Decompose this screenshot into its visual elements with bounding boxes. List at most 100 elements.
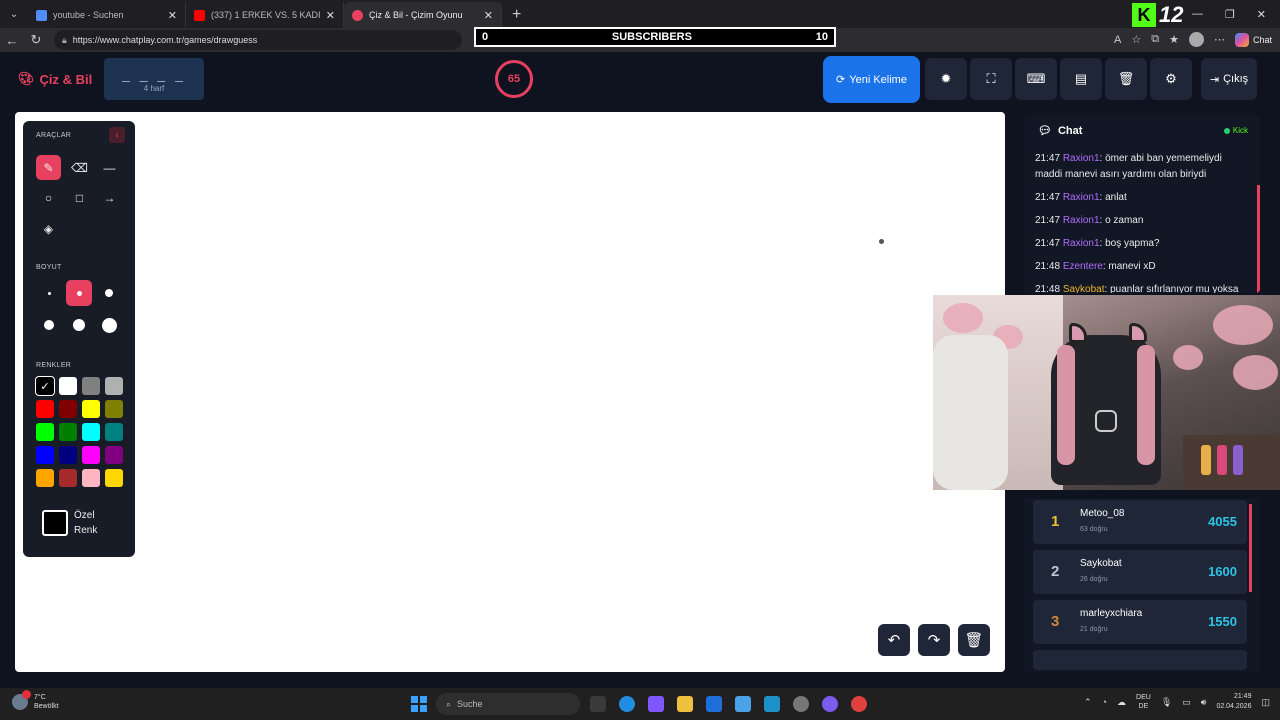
chat-scrollbar[interactable]	[1257, 185, 1260, 293]
fullscreen-button[interactable]: ⛶	[970, 58, 1012, 100]
close-tab-icon[interactable]: ✕	[168, 9, 177, 22]
pen-tool[interactable]: ✎	[36, 155, 61, 180]
color-swatch[interactable]	[82, 423, 100, 441]
color-swatch[interactable]	[59, 400, 77, 418]
language-indicator[interactable]: DEU DE	[1136, 693, 1151, 711]
color-swatch[interactable]	[105, 446, 123, 464]
size-option-l[interactable]	[36, 312, 62, 338]
back-icon[interactable]: ←	[0, 33, 24, 48]
monitor-icon[interactable]: ▭	[1182, 697, 1191, 708]
tab-list-dropdown[interactable]: ⌄	[0, 0, 28, 28]
collapse-tools-button[interactable]: ‹	[109, 127, 125, 143]
color-swatch[interactable]	[82, 446, 100, 464]
color-swatch[interactable]	[105, 469, 123, 487]
cloud-icon[interactable]: ☁	[1117, 697, 1126, 708]
size-option-s[interactable]	[66, 280, 92, 306]
mail-icon[interactable]	[735, 696, 751, 712]
fill-tool[interactable]: ◈	[36, 216, 61, 241]
restore-icon[interactable]: ❐	[1225, 8, 1235, 21]
size-option-xl[interactable]	[66, 312, 92, 338]
extensions-icon[interactable]: ⧉	[1151, 33, 1159, 46]
file-explorer-icon[interactable]	[677, 696, 693, 712]
color-swatch[interactable]	[59, 377, 77, 395]
color-swatch[interactable]	[105, 377, 123, 395]
drawing-canvas[interactable]: ↶ ↷ 🗑︎	[15, 112, 1005, 672]
favorites-icon[interactable]: ★	[1169, 33, 1179, 46]
clear-button[interactable]: 🗑︎	[1105, 58, 1147, 100]
close-window-icon[interactable]: ✕	[1257, 8, 1266, 21]
color-swatch[interactable]	[36, 423, 54, 441]
message-user[interactable]: Raxion1	[1063, 215, 1100, 226]
copilot-chat-button[interactable]: Chat	[1234, 32, 1272, 47]
edge-icon[interactable]	[619, 696, 635, 712]
close-tab-icon[interactable]: ✕	[484, 9, 493, 22]
settings-icon[interactable]	[793, 696, 809, 712]
new-word-button[interactable]: ⟳ Yeni Kelime	[823, 56, 920, 103]
archive-button[interactable]: ▤	[1060, 58, 1102, 100]
size-option-xs[interactable]	[36, 280, 62, 306]
color-swatch[interactable]	[36, 400, 54, 418]
clock[interactable]: 21:49 02.04.2026	[1216, 692, 1251, 712]
obs-icon[interactable]	[851, 696, 867, 712]
start-button[interactable]	[411, 696, 427, 712]
bing-icon	[36, 9, 47, 21]
microphone-icon[interactable]: 🎙︎	[1161, 697, 1172, 708]
color-swatch[interactable]	[36, 446, 54, 464]
message-user[interactable]: Raxion1	[1063, 153, 1100, 164]
rectangle-tool[interactable]: □	[67, 185, 92, 210]
size-option-m[interactable]	[96, 280, 122, 306]
message-user[interactable]: Saykobat	[1063, 284, 1105, 293]
task-view-icon[interactable]	[590, 696, 606, 712]
network-icon[interactable]: ◔	[1102, 697, 1107, 707]
discord-icon[interactable]	[822, 696, 838, 712]
volume-icon[interactable]: 🔊︎	[1201, 697, 1207, 708]
color-swatch[interactable]	[82, 469, 100, 487]
custom-color-button[interactable]: Özel Renk	[42, 508, 97, 538]
size-option-xxl[interactable]	[96, 312, 122, 338]
chevron-up-icon[interactable]: ⌃	[1084, 697, 1092, 708]
more-menu-icon[interactable]: ⋯	[1214, 33, 1225, 46]
color-swatch[interactable]	[59, 423, 77, 441]
clear-canvas-button[interactable]: 🗑︎	[958, 624, 990, 656]
new-tab-button[interactable]: +	[502, 2, 531, 28]
message-user[interactable]: Raxion1	[1063, 192, 1100, 203]
logout-icon: ⇥	[1209, 73, 1220, 86]
tab-youtube-video[interactable]: (337) 1 ERKEK VS. 5 KADIN | KIYAF ✕	[186, 2, 344, 28]
photos-icon[interactable]	[764, 696, 780, 712]
copilot-icon[interactable]	[648, 696, 664, 712]
tab-youtube-search[interactable]: youtube - Suchen ✕	[28, 2, 186, 28]
weather-widget[interactable]: 7°C Bewölkt	[12, 690, 59, 711]
line-tool[interactable]: —	[97, 155, 122, 180]
profile-avatar[interactable]	[1188, 32, 1204, 47]
color-swatch[interactable]	[59, 446, 77, 464]
color-swatch[interactable]	[105, 423, 123, 441]
notification-icon[interactable]: ◫	[1261, 697, 1270, 708]
url-field[interactable]: 🔒︎ https://www.chatplay.com.tr/games/dra…	[54, 30, 462, 50]
color-swatch[interactable]	[82, 400, 100, 418]
color-swatch[interactable]: ✓	[35, 376, 55, 396]
close-tab-icon[interactable]: ✕	[326, 9, 335, 22]
undo-button[interactable]: ↶	[878, 624, 910, 656]
color-swatch[interactable]	[59, 469, 77, 487]
exit-button[interactable]: ⇥ Çıkış	[1201, 58, 1257, 100]
minimize-icon[interactable]: —	[1192, 8, 1203, 20]
message-user[interactable]: Raxion1	[1063, 238, 1100, 249]
theme-toggle-button[interactable]: ✹	[925, 58, 967, 100]
redo-button[interactable]: ↷	[918, 624, 950, 656]
eraser-tool[interactable]: ⌫	[67, 155, 92, 180]
arrow-tool[interactable]: →	[97, 185, 122, 210]
circle-tool[interactable]: ○	[36, 185, 61, 210]
tab-ciz-bil[interactable]: Çiz & Bil - Çizim Oyunu ✕	[344, 2, 502, 28]
read-aloud-icon[interactable]: A	[1114, 34, 1121, 46]
store-icon[interactable]	[706, 696, 722, 712]
message-user[interactable]: Ezentere	[1063, 261, 1103, 272]
settings-button[interactable]: ⚙	[1150, 58, 1192, 100]
leaderboard-scrollbar[interactable]	[1249, 504, 1252, 592]
taskbar-search[interactable]: ⌕ Suche	[436, 693, 580, 715]
favorite-star-icon[interactable]: ☆	[1131, 33, 1141, 46]
color-swatch[interactable]	[105, 400, 123, 418]
color-swatch[interactable]	[82, 377, 100, 395]
color-swatch[interactable]	[36, 469, 54, 487]
reload-icon[interactable]: ↻	[24, 32, 48, 48]
keyboard-button[interactable]: ⌨	[1015, 58, 1057, 100]
